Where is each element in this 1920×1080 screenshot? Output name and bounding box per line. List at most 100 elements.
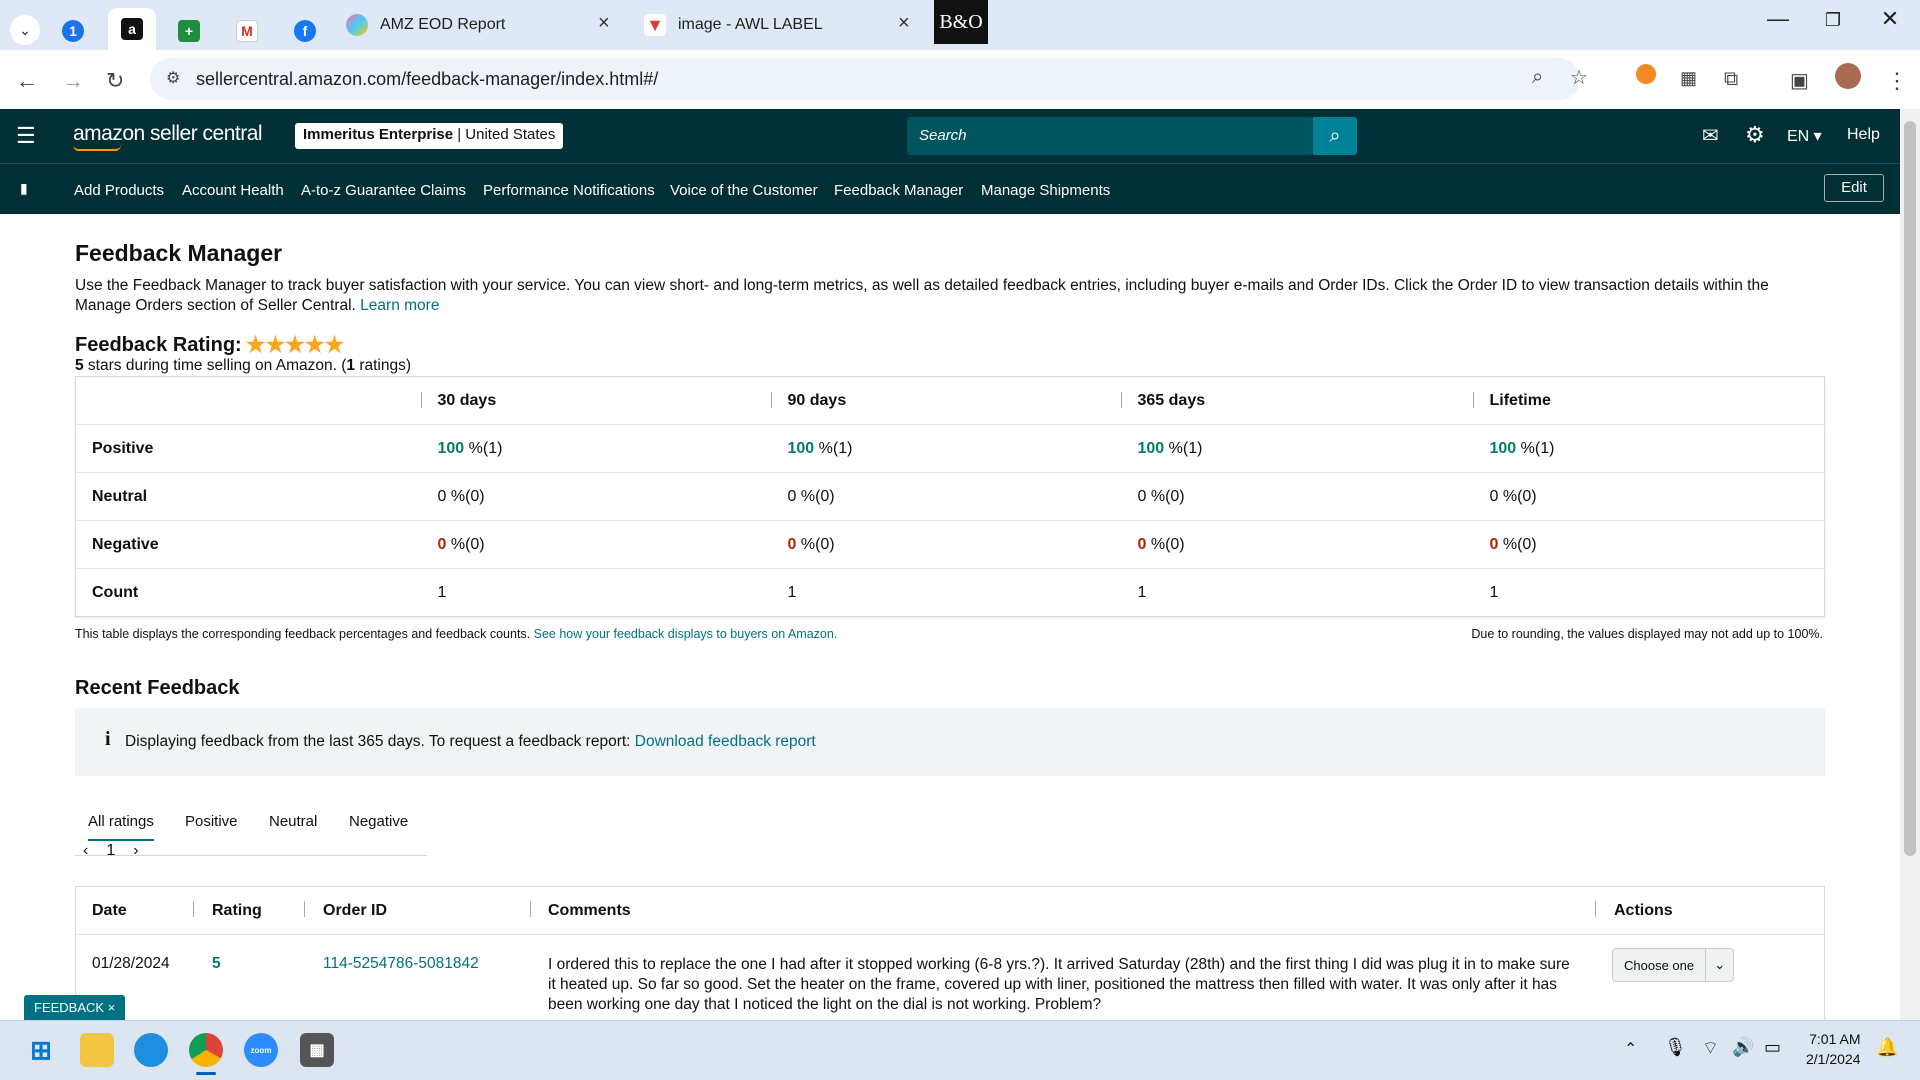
extensions-icon[interactable]: ⧉ <box>1724 68 1738 91</box>
nav-performance-notifications[interactable]: Performance Notifications <box>483 182 655 199</box>
metrics-value: 100 <box>437 439 465 457</box>
prev-page-icon[interactable]: ‹ <box>83 842 88 860</box>
restore-icon[interactable]: ❐ <box>1813 10 1853 31</box>
metrics-suffix: %(0) <box>1498 535 1537 553</box>
facebook-icon: f <box>294 20 316 42</box>
row-label: Count <box>75 568 421 617</box>
download-report-link[interactable]: Download feedback report <box>635 733 816 750</box>
rating-label: Feedback Rating: <box>75 333 242 356</box>
feedback-floating-tab[interactable]: FEEDBACK × <box>24 995 126 1020</box>
buyer-display-link[interactable]: See how your feedback displays to buyers… <box>534 627 838 641</box>
side-panel-icon[interactable]: ▣ <box>1790 68 1809 93</box>
minimize-icon[interactable]: — <box>1758 6 1798 32</box>
order-id-link[interactable]: 114-5254786-5081842 <box>323 955 479 973</box>
back-icon[interactable]: ← <box>16 68 38 94</box>
metrics-suffix: %(1) <box>1164 439 1203 457</box>
page-scrollbar[interactable] <box>1900 109 1920 1020</box>
metrics-cell: 0 %(0) <box>1120 520 1473 569</box>
language-selector[interactable]: EN ▾ <box>1787 126 1822 146</box>
tab-amazon[interactable]: a <box>108 8 156 50</box>
recent-header-row: Date Rating Order ID Comments Actions <box>76 887 1824 935</box>
mail-icon[interactable]: ✉ <box>1702 123 1719 148</box>
tab-bo[interactable]: B&O <box>934 0 988 44</box>
rating-count: 1 <box>346 357 356 374</box>
zoom-app-icon[interactable]: zoom <box>244 1033 278 1067</box>
close-icon[interactable]: × <box>898 12 910 35</box>
windows-start-icon[interactable]: ⊞ <box>24 1033 58 1067</box>
volume-icon[interactable]: 🔊 <box>1732 1037 1754 1058</box>
microphone-icon[interactable]: 🎙 <box>1664 1037 1687 1058</box>
tab-all-ratings[interactable]: All ratings <box>88 813 154 841</box>
col-date: Date <box>92 902 127 919</box>
intro-text: Use the Feedback Manager to track buyer … <box>75 276 1825 316</box>
tab-gmail[interactable]: M <box>236 13 258 49</box>
tab-sheets[interactable]: + <box>178 13 200 49</box>
qr-ext-icon[interactable]: ▦ <box>1680 68 1697 89</box>
actions-dropdown[interactable]: Choose one ⌄ <box>1612 948 1734 982</box>
tab-awl-label[interactable]: ▼ image - AWL LABEL × <box>644 7 914 43</box>
close-icon[interactable]: × <box>108 1000 116 1015</box>
metrics-suffix: %(0) <box>1146 487 1185 505</box>
tab-1password[interactable]: 1 <box>62 13 84 49</box>
tab-amz-eod-report[interactable]: AMZ EOD Report × <box>346 7 616 43</box>
metrics-cell: 0 %(0) <box>1472 472 1825 521</box>
help-link[interactable]: Help <box>1847 126 1880 144</box>
nav-add-products[interactable]: Add Products <box>74 182 164 199</box>
metrics-cell: 100 %(1) <box>770 424 1121 473</box>
scrollbar-thumb[interactable] <box>1904 121 1916 856</box>
page-title: Feedback Manager <box>75 240 283 266</box>
nav-manage-shipments[interactable]: Manage Shipments <box>981 182 1110 199</box>
file-explorer-icon[interactable] <box>80 1033 114 1067</box>
close-icon[interactable]: × <box>598 12 610 35</box>
star-icon: ★ <box>245 332 266 357</box>
menu-kebab-icon[interactable]: ⋮ <box>1886 68 1908 94</box>
edge-icon[interactable] <box>134 1033 168 1067</box>
tab-search-dropdown[interactable]: ⌄ <box>10 12 40 48</box>
page-number[interactable]: 1 <box>106 842 115 860</box>
tab-negative[interactable]: Negative <box>349 813 408 830</box>
metrics-cell: 100 %(1) <box>420 424 771 473</box>
nav-feedback-manager[interactable]: Feedback Manager <box>834 182 963 199</box>
calculator-icon[interactable]: ▦ <box>300 1033 334 1067</box>
metrics-cell: 1 <box>1472 568 1825 617</box>
notification-bell-icon[interactable]: 🔔 <box>1876 1037 1898 1058</box>
tray-chevron-up-icon[interactable]: ⌃ <box>1624 1039 1637 1059</box>
close-window-icon[interactable]: ✕ <box>1870 6 1910 32</box>
settings-gear-icon[interactable]: ⚙ <box>1745 122 1765 148</box>
battery-icon[interactable]: ▭ <box>1764 1037 1781 1058</box>
forward-icon[interactable]: → <box>62 68 84 94</box>
col-actions: Actions <box>1614 902 1673 919</box>
reload-icon[interactable]: ↻ <box>106 68 124 94</box>
rating-stars: ★★★★★ <box>246 332 345 358</box>
nav-account-health[interactable]: Account Health <box>182 182 284 199</box>
firefox-ext-icon[interactable] <box>1636 64 1656 84</box>
profile-avatar[interactable] <box>1835 63 1861 89</box>
account-switcher[interactable]: Immeritus Enterprise | United States <box>295 123 564 149</box>
wifi-icon[interactable]: ⌔ <box>1702 1037 1719 1060</box>
edit-button[interactable]: Edit <box>1824 174 1884 202</box>
star-icon: ★ <box>324 332 345 357</box>
bookmark-icon: ▮ <box>20 180 28 196</box>
learn-more-link[interactable]: Learn more <box>360 297 439 314</box>
col-order-id: Order ID <box>323 902 388 919</box>
site-info-icon[interactable]: ⚙ <box>166 68 180 88</box>
nav-voice-of-customer[interactable]: Voice of the Customer <box>670 182 818 199</box>
rating-stars-value: 5 <box>75 357 84 374</box>
metrics-suffix: %(0) <box>446 535 485 553</box>
next-page-icon[interactable]: › <box>133 842 138 860</box>
info-icon: i <box>105 728 111 750</box>
tab-facebook[interactable]: f <box>294 13 316 49</box>
system-clock[interactable]: 7:01 AM 2/1/2024 <box>1806 1029 1861 1069</box>
url-bar[interactable]: ⚙ sellercentral.amazon.com/feedback-mana… <box>150 58 1588 100</box>
tab-positive[interactable]: Positive <box>185 813 238 830</box>
hamburger-menu-icon[interactable]: ☰ <box>16 123 36 149</box>
tab-neutral[interactable]: Neutral <box>269 813 317 830</box>
search-button[interactable]: ⌕ <box>1313 117 1357 155</box>
chrome-icon[interactable] <box>189 1033 223 1067</box>
amazon-seller-central-logo[interactable]: amazon seller central <box>73 122 263 146</box>
zoom-icon[interactable]: ⌕ <box>1532 66 1543 89</box>
nav-atoz-claims[interactable]: A-to-z Guarantee Claims <box>301 182 466 199</box>
clock-time: 7:01 AM <box>1809 1031 1861 1047</box>
bookmark-star-icon[interactable]: ☆ <box>1570 65 1588 90</box>
search-input[interactable]: Search <box>907 117 1313 155</box>
